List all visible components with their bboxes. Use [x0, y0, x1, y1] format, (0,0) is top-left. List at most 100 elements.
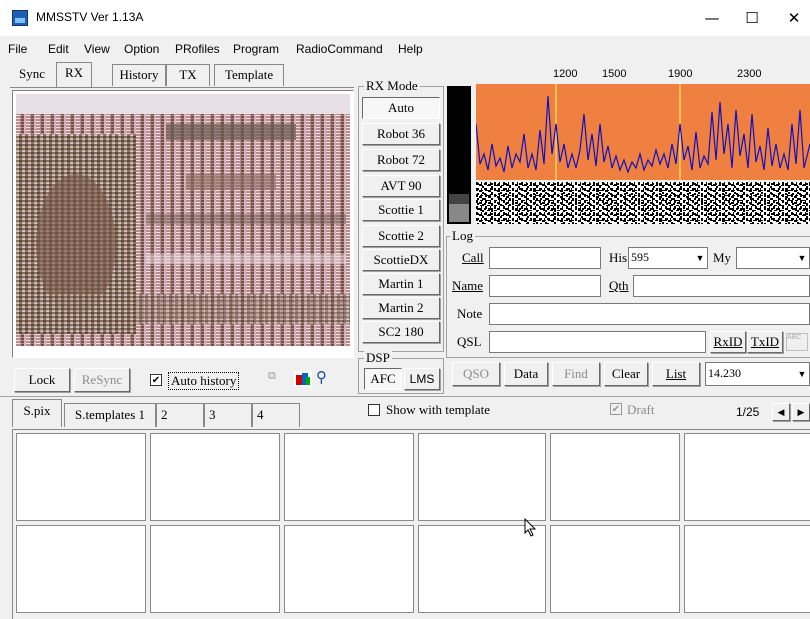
tab-stemplates-1[interactable]: S.templates 1	[64, 403, 156, 427]
draft-label: Draft	[627, 402, 655, 417]
data-button[interactable]: Data	[504, 362, 548, 386]
show-with-template-label: Show with template	[386, 402, 490, 417]
his-dropdown[interactable]: 595 ▼	[628, 247, 708, 269]
thumbnail-slot[interactable]	[16, 433, 146, 521]
clear-button[interactable]: Clear	[604, 362, 648, 386]
freq-label-2300: 2300	[737, 68, 762, 80]
note-field[interactable]	[489, 303, 810, 325]
mode-scottie1-button[interactable]: Scottie 1	[362, 199, 440, 221]
rx-image	[16, 94, 350, 346]
lock-button[interactable]: Lock	[14, 368, 70, 392]
qth-field[interactable]	[633, 275, 810, 297]
call-field[interactable]	[489, 247, 601, 269]
lms-button[interactable]: LMS	[404, 368, 440, 390]
qsl-field[interactable]	[489, 331, 706, 353]
txid-button[interactable]: TxID	[747, 331, 783, 353]
thumbnail-slot[interactable]	[150, 433, 280, 521]
resync-button[interactable]: ReSync	[74, 368, 130, 392]
freq-label-1200: 1200	[553, 68, 578, 80]
mode-avt90-button[interactable]: AVT 90	[362, 175, 440, 197]
mode-martin2-button[interactable]: Martin 2	[362, 297, 440, 319]
zoom-icon[interactable]: ⚲	[316, 368, 336, 388]
level-meter	[447, 86, 471, 224]
name-label: Name	[452, 278, 484, 293]
thumbnail-slot[interactable]	[284, 525, 414, 613]
menu-program[interactable]: Program	[233, 42, 279, 56]
separator	[0, 396, 810, 397]
frequency-value: 14.230	[708, 366, 741, 380]
chevron-down-icon: ▼	[797, 253, 807, 263]
thumbnail-slot[interactable]	[150, 525, 280, 613]
tab-tx[interactable]: TX	[166, 64, 210, 86]
show-with-template-checkbox[interactable]	[368, 404, 380, 416]
rx-mode-title: RX Mode	[364, 78, 420, 94]
mode-auto-button[interactable]: Auto	[362, 97, 440, 119]
mode-robot72-button[interactable]: Robot 72	[362, 149, 440, 171]
menu-profiles[interactable]: PRofiles	[175, 42, 220, 56]
mode-scottie2-button[interactable]: Scottie 2	[362, 225, 440, 247]
tab-sync[interactable]: Sync	[14, 66, 50, 86]
tab-divider	[10, 87, 354, 88]
his-value: 595	[631, 250, 649, 264]
tab-rx[interactable]: RX	[56, 62, 92, 88]
window-title: MMSSTV Ver 1.13A	[36, 10, 144, 24]
thumbnail-slot[interactable]	[684, 433, 810, 521]
abc-icon[interactable]: ABC	[786, 333, 808, 351]
mode-sc2-180-button[interactable]: SC2 180	[362, 321, 440, 343]
menu-file[interactable]: File	[8, 42, 27, 56]
minimize-button[interactable]: —	[692, 6, 732, 30]
find-button[interactable]: Find	[552, 362, 600, 386]
close-button[interactable]: ✕	[774, 6, 810, 30]
dsp-title: DSP	[364, 350, 392, 366]
thumbnail-slot[interactable]	[418, 433, 546, 521]
qsl-label: QSL	[457, 334, 482, 349]
mode-scottiedx-button[interactable]: ScottieDX	[362, 249, 440, 271]
list-button[interactable]: List	[652, 362, 700, 386]
tab-history[interactable]: History	[112, 64, 166, 86]
afc-button[interactable]: AFC	[364, 368, 402, 390]
menu-view[interactable]: View	[84, 42, 110, 56]
menu-radiocommand[interactable]: RadioCommand	[296, 42, 383, 56]
tab-stemplates-3[interactable]: 3	[204, 403, 252, 427]
draft-checkbox[interactable]: ✔	[610, 403, 622, 415]
his-label: His	[609, 250, 628, 265]
tab-template[interactable]: Template	[214, 64, 284, 86]
tab-stemplates-4[interactable]: 4	[252, 403, 300, 427]
next-page-button[interactable]: ▶	[792, 403, 810, 421]
chevron-down-icon: ▼	[797, 369, 807, 379]
thumbnail-slot[interactable]	[684, 525, 810, 613]
tab-stemplates-2[interactable]: 2	[156, 403, 204, 427]
prev-page-button[interactable]: ◀	[772, 403, 790, 421]
thumbnail-slot[interactable]	[550, 433, 680, 521]
freq-label-1900: 1900	[668, 68, 693, 80]
chevron-left-icon: ◀	[777, 407, 785, 417]
page-indicator: 1/25	[736, 405, 760, 419]
my-dropdown[interactable]: ▼	[736, 247, 810, 269]
menu-help[interactable]: Help	[398, 42, 423, 56]
mode-robot36-button[interactable]: Robot 36	[362, 123, 440, 145]
mode-martin1-button[interactable]: Martin 1	[362, 273, 440, 295]
tab-spix[interactable]: S.pix	[12, 399, 62, 427]
maximize-button[interactable]: ☐	[732, 6, 772, 30]
thumbnail-slot[interactable]	[418, 525, 546, 613]
rxid-button[interactable]: RxID	[710, 331, 746, 353]
qso-button[interactable]: QSO	[452, 362, 500, 386]
thumbnail-slot[interactable]	[550, 525, 680, 613]
qth-label: Qth	[609, 278, 629, 293]
color-palette-icon[interactable]	[294, 371, 312, 387]
menu-edit[interactable]: Edit	[48, 42, 69, 56]
chevron-down-icon: ▼	[695, 253, 705, 263]
thumbnail-slot[interactable]	[16, 525, 146, 613]
note-label: Note	[457, 306, 483, 321]
app-icon	[12, 10, 28, 26]
auto-history-checkbox[interactable]: ✔	[150, 374, 162, 386]
copy-icon[interactable]: ⧉	[268, 370, 292, 390]
frequency-dropdown[interactable]: 14.230 ▼	[705, 362, 810, 386]
my-label: My	[713, 250, 732, 265]
thumbnail-slot[interactable]	[284, 433, 414, 521]
name-field[interactable]	[489, 275, 601, 297]
menu-option[interactable]: Option	[124, 42, 159, 56]
waterfall-display[interactable]	[476, 182, 810, 224]
menu-bar: File Edit View Option PRofiles Program R…	[0, 38, 810, 60]
spectrum-display[interactable]	[476, 84, 810, 180]
